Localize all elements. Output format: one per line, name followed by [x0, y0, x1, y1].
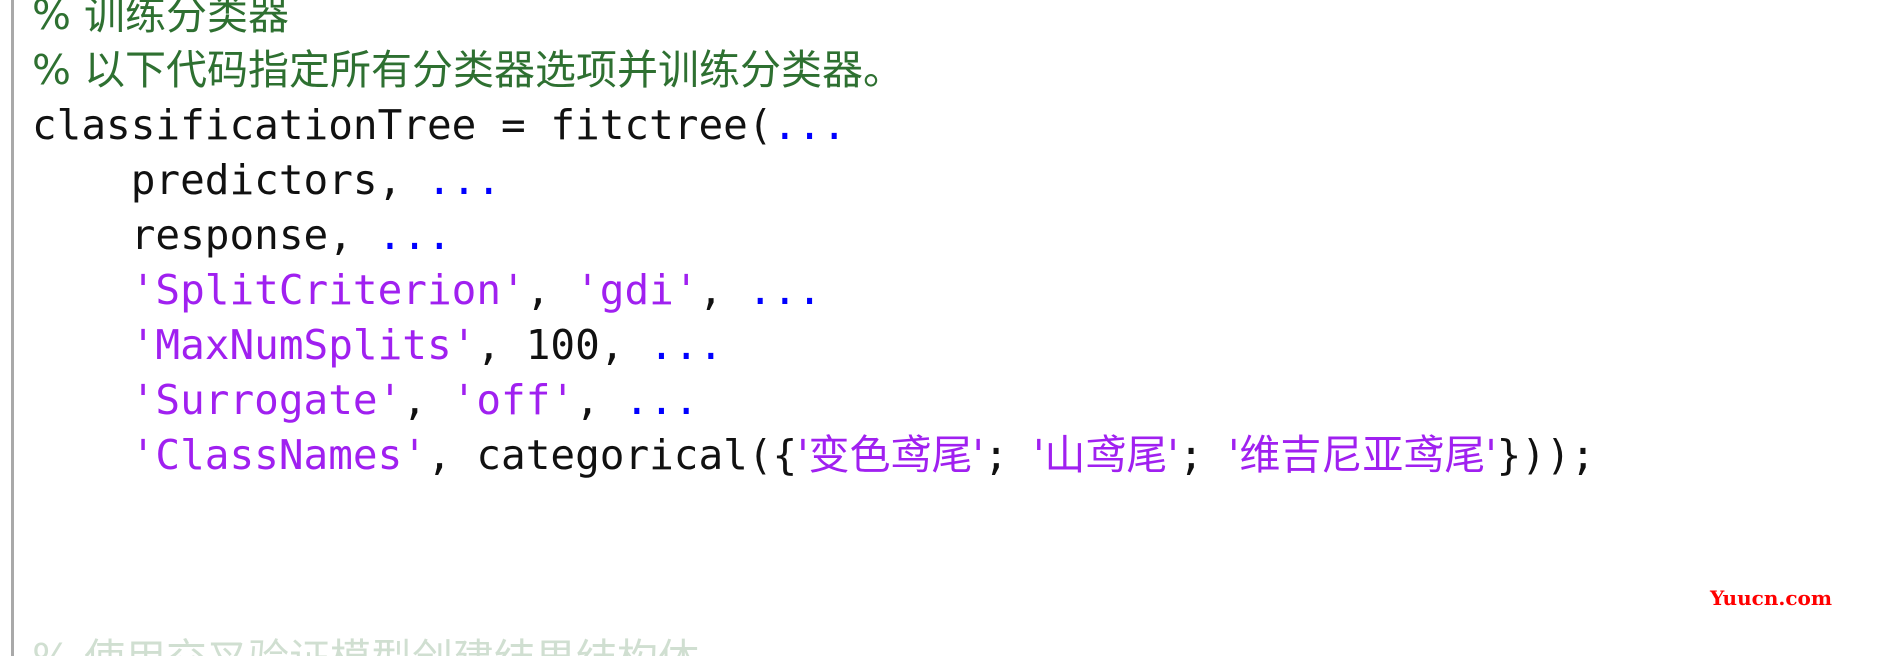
separator-token: ;: [983, 431, 1034, 479]
option-name-string-token: 'MaxNumSplits': [130, 321, 477, 369]
closing-token: }));: [1496, 431, 1596, 479]
categorical-call-token: , categorical({: [426, 431, 798, 479]
argument-token: predictors,: [130, 156, 427, 204]
class-name-2-token: '山鸢尾': [1033, 431, 1179, 479]
indent-token: [32, 266, 131, 314]
code-line-2[interactable]: % 以下代码指定所有分类器选项并训练分类器。: [32, 43, 904, 98]
separator-token: ,: [476, 321, 526, 369]
code-line-3[interactable]: classificationTree = fitctree(...: [32, 98, 847, 153]
code-line-10-partial[interactable]: % 使用交叉验证模型创建结果结构体: [32, 632, 699, 656]
separator-token: ,: [575, 376, 625, 424]
indent-token: [32, 321, 131, 369]
option-name-string-token: 'ClassNames': [130, 431, 427, 479]
class-name-3-token: '维吉尼亚鸢尾': [1228, 431, 1497, 479]
code-line-8[interactable]: 'Surrogate', 'off', ...: [32, 373, 699, 428]
line-continuation-token: ...: [747, 266, 822, 314]
separator-token: ,: [698, 266, 748, 314]
option-name-string-token: 'Surrogate': [130, 376, 403, 424]
code-line-1[interactable]: % 训练分类器: [32, 0, 289, 43]
argument-token: response,: [130, 211, 378, 259]
code-line-4[interactable]: predictors, ...: [32, 153, 501, 208]
indent-token: [32, 431, 131, 479]
line-continuation-token: ...: [772, 101, 847, 149]
comment-token: % 以下代码指定所有分类器选项并训练分类器。: [32, 46, 904, 94]
assignment-token: classificationTree = fitctree(: [32, 101, 773, 149]
option-value-number-token: 100: [525, 321, 600, 369]
line-continuation-token: ...: [426, 156, 502, 204]
code-text-area[interactable]: % 训练分类器 % 以下代码指定所有分类器选项并训练分类器。 classific…: [32, 0, 1882, 656]
code-line-5[interactable]: response, ...: [32, 208, 452, 263]
code-line-9[interactable]: 'ClassNames', categorical({'变色鸢尾'; '山鸢尾'…: [32, 428, 1596, 483]
line-continuation-token: ...: [624, 376, 699, 424]
option-value-string-token: 'gdi': [575, 266, 699, 314]
option-name-string-token: 'SplitCriterion': [130, 266, 526, 314]
code-line-6[interactable]: 'SplitCriterion', 'gdi', ...: [32, 263, 822, 318]
separator-token: ,: [402, 376, 452, 424]
code-editor-pane[interactable]: % 训练分类器 % 以下代码指定所有分类器选项并训练分类器。 classific…: [0, 0, 1882, 656]
indent-token: [32, 211, 131, 259]
separator-token: ;: [1178, 431, 1229, 479]
indent-token: [32, 376, 131, 424]
separator-token: ,: [599, 321, 650, 369]
editor-gutter-rule: [11, 0, 14, 656]
class-name-1-token: '变色鸢尾': [797, 431, 984, 479]
option-value-string-token: 'off': [451, 376, 576, 424]
indent-token: [32, 156, 131, 204]
comment-token: % 使用交叉验证模型创建结果结构体: [32, 635, 699, 656]
watermark-label: Yuucn.com: [1710, 586, 1832, 610]
comment-token: % 训练分类器: [32, 0, 289, 39]
code-line-7[interactable]: 'MaxNumSplits', 100, ...: [32, 318, 723, 373]
separator-token: ,: [525, 266, 576, 314]
line-continuation-token: ...: [649, 321, 724, 369]
line-continuation-token: ...: [377, 211, 452, 259]
